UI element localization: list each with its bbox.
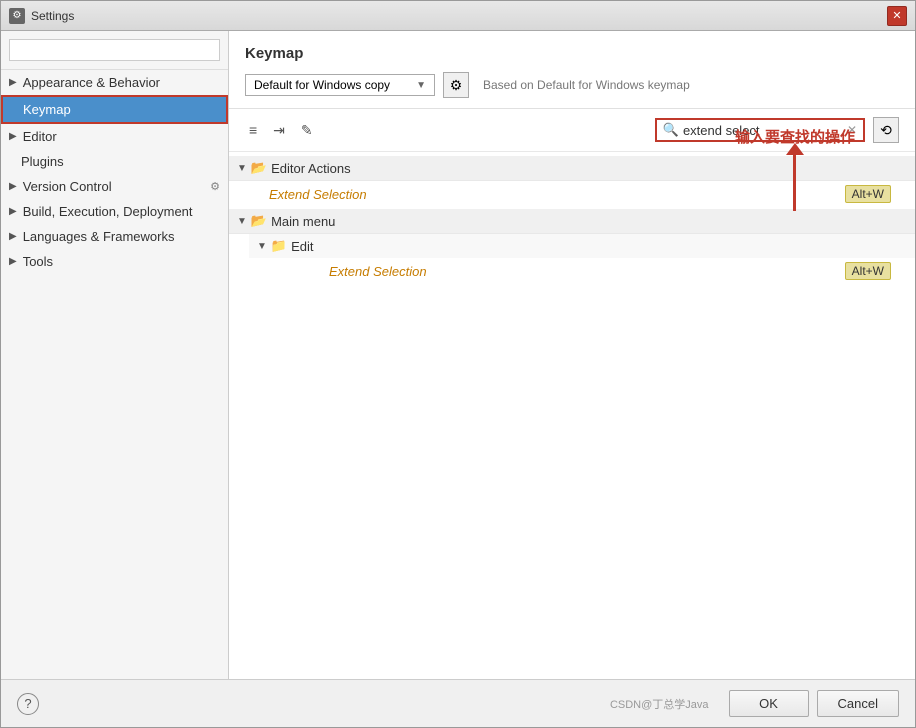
title-bar: ⚙ Settings ✕	[1, 1, 915, 31]
bottom-bar: ? CSDN@丁总学Java OK Cancel	[1, 679, 915, 727]
chevron-right-icon: ▶	[9, 256, 17, 267]
item-shortcut: Alt+W	[845, 185, 891, 203]
sub-group-name: Edit	[291, 239, 313, 254]
item-name: Extend Selection	[269, 187, 367, 202]
sidebar-item-plugins[interactable]: Plugins	[1, 149, 228, 174]
close-button[interactable]: ✕	[887, 6, 907, 26]
sidebar-item-label: Version Control	[23, 179, 112, 194]
tree-expand-icon: ▼	[257, 241, 267, 252]
tree-item[interactable]: Extend Selection Alt+W	[229, 181, 915, 207]
sidebar-item-build[interactable]: ▶ Build, Execution, Deployment	[1, 199, 228, 224]
search-box: 🔍 ✕	[655, 118, 865, 142]
expand-button[interactable]: ⇥	[269, 120, 289, 141]
item-shortcut: Alt+W	[845, 262, 891, 280]
ok-button[interactable]: OK	[729, 690, 809, 717]
sidebar-search-input[interactable]	[9, 39, 220, 61]
tree-sub-header[interactable]: ▼ 📁 Edit	[249, 234, 915, 258]
main-header: Keymap Default for Windows copy ▼ ⚙ Base…	[229, 31, 915, 109]
based-on-text: Based on Default for Windows keymap	[483, 78, 690, 92]
search-clear-icon[interactable]: ✕	[847, 123, 857, 137]
app-icon: ⚙	[9, 8, 25, 24]
main-panel: Keymap Default for Windows copy ▼ ⚙ Base…	[229, 31, 915, 679]
folder-icon: 📂	[251, 160, 267, 176]
filter-button[interactable]: ≡	[245, 120, 261, 140]
sidebar-items-list: ▶ Appearance & Behavior Keymap ▶ Editor …	[1, 70, 228, 679]
history-icon: ⟲	[880, 122, 892, 139]
sidebar-item-editor[interactable]: ▶ Editor	[1, 124, 228, 149]
chevron-right-icon: ▶	[9, 231, 17, 242]
tree-area: ▼ 📂 Editor Actions Extend Selection Alt+…	[229, 152, 915, 679]
sidebar-item-appearance[interactable]: ▶ Appearance & Behavior	[1, 70, 228, 95]
tree-sub-group-edit: ▼ 📁 Edit Extend Selection Alt+W	[229, 234, 915, 284]
title-bar-left: ⚙ Settings	[9, 8, 74, 24]
search-icon: 🔍	[663, 122, 679, 138]
search-history-button[interactable]: ⟲	[873, 117, 899, 143]
keymap-dropdown-value: Default for Windows copy	[254, 78, 390, 92]
vcs-gear-icon: ⚙	[210, 180, 220, 193]
item-name: Extend Selection	[329, 264, 427, 279]
keymap-controls: Default for Windows copy ▼ ⚙ Based on De…	[245, 72, 899, 98]
settings-window: ⚙ Settings ✕ ▶ Appearance & Behavior Key…	[0, 0, 916, 728]
group-name: Main menu	[271, 214, 335, 229]
chevron-right-icon: ▶	[9, 206, 17, 217]
folder-icon: 📁	[271, 238, 287, 254]
sidebar-item-label: Build, Execution, Deployment	[23, 204, 193, 219]
tree-group-header[interactable]: ▼ 📂 Editor Actions	[229, 156, 915, 181]
tree-group-main-menu: ▼ 📂 Main menu ▼ 📁 Edit	[229, 209, 915, 284]
sidebar-item-tools[interactable]: ▶ Tools	[1, 249, 228, 274]
chevron-right-icon: ▶	[9, 77, 17, 88]
keymap-gear-button[interactable]: ⚙	[443, 72, 469, 98]
window-title: Settings	[31, 9, 74, 23]
keymap-dropdown[interactable]: Default for Windows copy ▼	[245, 74, 435, 96]
main-title: Keymap	[245, 45, 899, 62]
tree-item[interactable]: Extend Selection Alt+W	[249, 258, 915, 284]
sidebar-item-label: Editor	[23, 129, 57, 144]
dialog-buttons: OK Cancel	[729, 690, 899, 717]
sidebar: ▶ Appearance & Behavior Keymap ▶ Editor …	[1, 31, 229, 679]
main-content-wrapper: Keymap Default for Windows copy ▼ ⚙ Base…	[229, 31, 915, 679]
content-area: ▶ Appearance & Behavior Keymap ▶ Editor …	[1, 31, 915, 679]
sidebar-item-label: Languages & Frameworks	[23, 229, 175, 244]
chevron-right-icon: ▶	[9, 131, 17, 142]
sidebar-item-label: Appearance & Behavior	[23, 75, 160, 90]
search-input[interactable]	[683, 123, 843, 138]
sidebar-item-languages[interactable]: ▶ Languages & Frameworks	[1, 224, 228, 249]
tree-group-header[interactable]: ▼ 📂 Main menu	[229, 209, 915, 234]
tree-expand-icon: ▼	[237, 216, 247, 227]
help-icon: ?	[24, 696, 31, 711]
gear-icon: ⚙	[450, 77, 463, 94]
sidebar-search-area	[1, 31, 228, 70]
toolbar: ≡ ⇥ ✎ 🔍 ✕ ⟲	[229, 109, 915, 152]
dropdown-chevron-icon: ▼	[416, 80, 426, 91]
folder-icon: 📂	[251, 213, 267, 229]
sidebar-item-label: Tools	[23, 254, 53, 269]
group-name: Editor Actions	[271, 161, 351, 176]
help-button[interactable]: ?	[17, 693, 39, 715]
sidebar-item-version-control[interactable]: ▶ Version Control ⚙	[1, 174, 228, 199]
sidebar-item-label: Keymap	[23, 102, 71, 117]
watermark-text: CSDN@丁总学Java	[610, 696, 709, 712]
sidebar-item-label: Plugins	[21, 154, 64, 169]
chevron-right-icon: ▶	[9, 181, 17, 192]
sidebar-item-keymap[interactable]: Keymap	[1, 95, 228, 124]
edit-button[interactable]: ✎	[297, 120, 317, 141]
tree-group-editor-actions: ▼ 📂 Editor Actions Extend Selection Alt+…	[229, 156, 915, 207]
tree-expand-icon: ▼	[237, 163, 247, 174]
cancel-button[interactable]: Cancel	[817, 690, 899, 717]
